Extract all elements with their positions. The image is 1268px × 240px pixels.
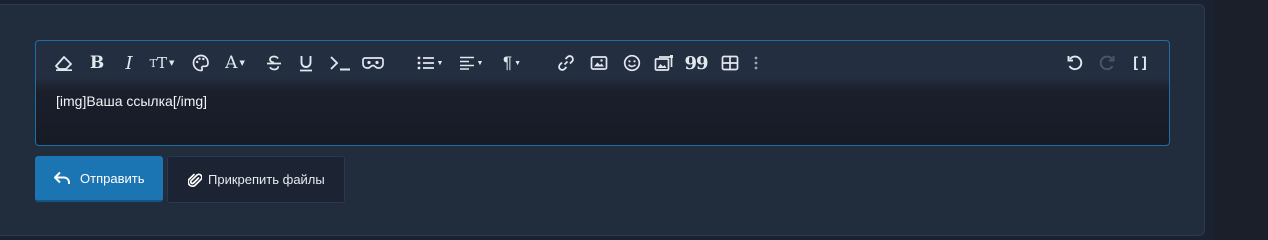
attach-files-button[interactable]: Прикрепить файлы <box>167 156 345 203</box>
eraser-icon[interactable] <box>52 51 76 75</box>
align-icon[interactable]: ▼ <box>455 51 487 75</box>
smiley-icon[interactable] <box>620 51 644 75</box>
bbcode-toggle-icon[interactable]: [] <box>1128 51 1152 75</box>
chevron-down-icon: ▼ <box>168 59 175 67</box>
reply-icon <box>53 170 71 186</box>
paragraph-icon[interactable]: ¶ ▼ <box>497 51 527 75</box>
palette-icon[interactable] <box>189 51 213 75</box>
underline-icon[interactable] <box>294 51 318 75</box>
image-icon[interactable] <box>587 51 611 75</box>
attach-files-label: Прикрепить файлы <box>208 172 325 187</box>
font-family-icon[interactable]: A ▼ <box>219 51 251 75</box>
right-sidebar-strip <box>1214 0 1268 240</box>
paperclip-icon <box>188 172 202 188</box>
submit-button-label: Отправить <box>80 170 145 186</box>
editor-content[interactable]: [img]Ваша ссылка[/img] <box>56 93 207 109</box>
bold-icon[interactable]: B <box>85 51 109 75</box>
quote-icon[interactable]: 99 <box>684 51 708 75</box>
chevron-down-icon: ▼ <box>514 59 522 67</box>
italic-icon[interactable]: I <box>117 51 141 75</box>
media-icon[interactable] <box>652 51 676 75</box>
chevron-down-icon: ▼ <box>239 59 245 67</box>
text-size-icon[interactable]: T T ▼ <box>144 51 180 75</box>
strikethrough-icon[interactable] <box>262 51 286 75</box>
code-icon[interactable] <box>327 51 353 75</box>
more-vertical-icon[interactable] <box>746 51 766 75</box>
table-icon[interactable] <box>718 51 742 75</box>
link-icon[interactable] <box>554 51 578 75</box>
chevron-down-icon: ▼ <box>436 59 444 67</box>
spoiler-icon[interactable] <box>360 51 386 75</box>
submit-button[interactable]: Отправить <box>35 156 163 202</box>
message-editor[interactable]: B I T T ▼ A ▼ ▼ ▼ ¶ ▼ 99 [] [img]Ваша сс… <box>35 40 1170 146</box>
redo-icon[interactable] <box>1095 51 1119 75</box>
chevron-down-icon: ▼ <box>476 59 484 67</box>
list-icon[interactable]: ▼ <box>414 51 446 75</box>
undo-icon[interactable] <box>1063 51 1087 75</box>
editor-toolbar: B I T T ▼ A ▼ ▼ ▼ ¶ ▼ 99 [] <box>36 41 1169 85</box>
